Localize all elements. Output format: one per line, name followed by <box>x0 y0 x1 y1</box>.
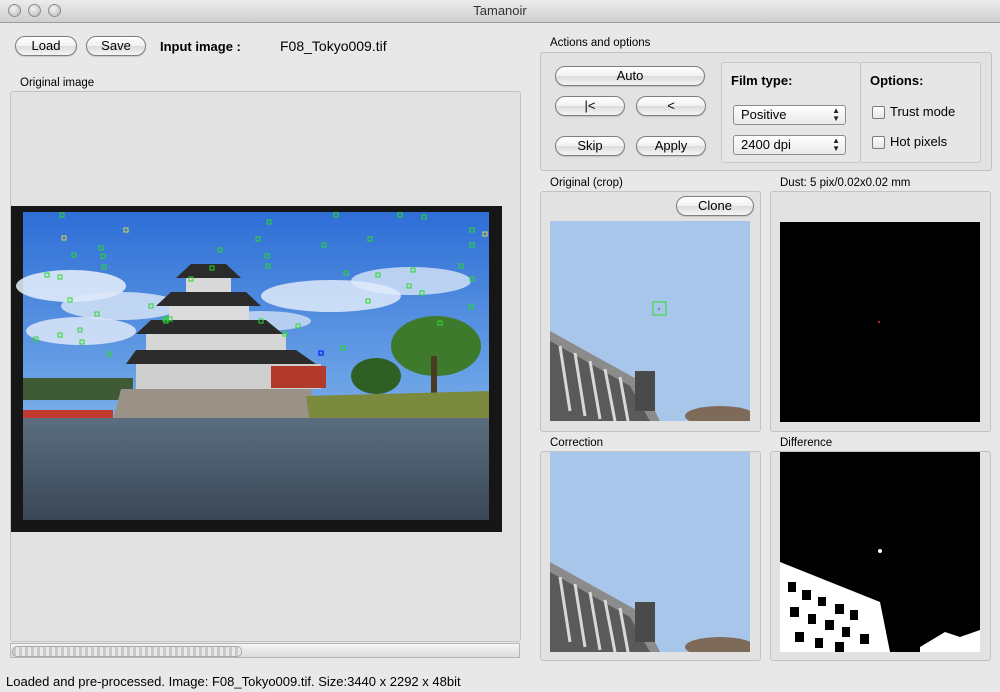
previous-dust-button[interactable]: < <box>636 96 706 116</box>
film-type-value: Positive <box>741 107 787 122</box>
window-title-bar: Tamanoir <box>0 0 1000 23</box>
correction-title: Correction <box>550 437 604 449</box>
select-arrows-icon: ▲ ▼ <box>832 106 840 123</box>
difference-view <box>780 452 980 652</box>
difference-image <box>780 452 980 652</box>
correction-view <box>550 452 750 652</box>
window-title: Tamanoir <box>473 3 527 18</box>
trust-mode-checkbox[interactable] <box>872 106 885 119</box>
load-button[interactable]: Load <box>15 36 77 56</box>
input-image-label: Input image : <box>160 39 241 54</box>
dpi-select[interactable]: 2400 dpi ▲ ▼ <box>733 135 846 155</box>
original-image-view[interactable] <box>11 206 502 532</box>
hot-pixels-checkbox[interactable] <box>872 136 885 149</box>
dust-pixel <box>878 321 880 323</box>
options-label: Options: <box>870 73 924 88</box>
original-image-title: Original image <box>20 77 95 89</box>
original-crop-view[interactable] <box>550 221 750 421</box>
first-dust-button[interactable]: |< <box>555 96 625 116</box>
skip-button[interactable]: Skip <box>555 136 625 156</box>
horizontal-scrollbar[interactable] <box>10 643 520 658</box>
auto-button[interactable]: Auto <box>555 66 705 86</box>
film-type-select[interactable]: Positive ▲ ▼ <box>733 105 846 125</box>
clone-button[interactable]: Clone <box>676 196 754 216</box>
correction-photo <box>550 452 750 652</box>
film-type-label: Film type: <box>731 73 793 88</box>
trust-mode-label[interactable]: Trust mode <box>890 104 955 119</box>
difference-title: Difference <box>780 437 833 449</box>
input-image-filename: F08_Tokyo009.tif <box>280 38 387 54</box>
scrollbar-thumb[interactable] <box>12 646 242 657</box>
crop-photo <box>550 221 750 421</box>
status-bar-text: Loaded and pre-processed. Image: F08_Tok… <box>6 674 461 689</box>
select-arrows-icon: ▲ ▼ <box>832 136 840 153</box>
original-photo <box>11 206 502 532</box>
actions-options-title: Actions and options <box>550 37 651 49</box>
dust-view <box>780 222 980 422</box>
original-crop-title: Original (crop) <box>550 177 623 189</box>
dpi-value: 2400 dpi <box>741 137 791 152</box>
apply-button[interactable]: Apply <box>636 136 706 156</box>
hot-pixels-label[interactable]: Hot pixels <box>890 134 947 149</box>
dust-title: Dust: 5 pix/0.02x0.02 mm <box>780 177 911 189</box>
save-button[interactable]: Save <box>86 36 146 56</box>
